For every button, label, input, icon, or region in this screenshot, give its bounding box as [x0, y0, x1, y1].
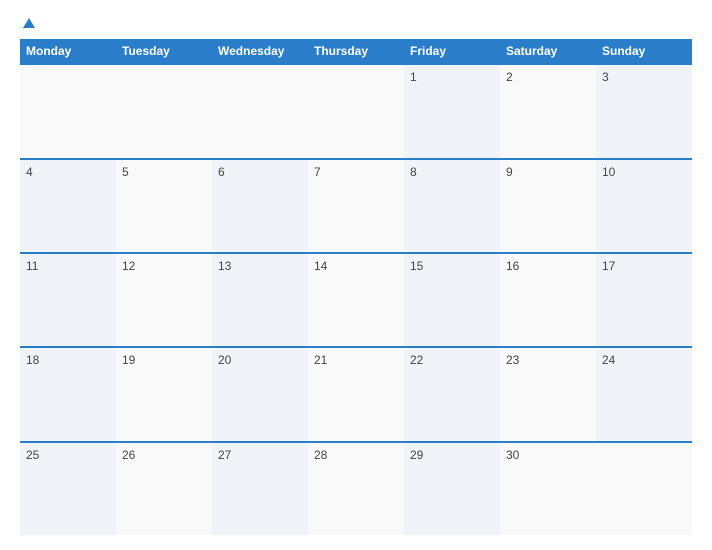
calendar-day-cell: 11 [20, 254, 116, 346]
calendar-day-cell: 20 [212, 348, 308, 440]
calendar-day-cell: 16 [500, 254, 596, 346]
day-number: 20 [218, 353, 302, 367]
day-number: 3 [602, 70, 686, 84]
day-number: 4 [26, 165, 110, 179]
calendar-day-cell: 23 [500, 348, 596, 440]
calendar-day-cell: 1 [404, 65, 500, 157]
day-number: 14 [314, 259, 398, 273]
calendar-day-cell [308, 65, 404, 157]
calendar-day-cell [596, 443, 692, 535]
day-number: 11 [26, 259, 110, 273]
calendar-day-cell [20, 65, 116, 157]
day-number: 6 [218, 165, 302, 179]
calendar-day-cell: 25 [20, 443, 116, 535]
day-number: 22 [410, 353, 494, 367]
calendar-week: 456789 10 [20, 158, 692, 252]
day-number: 21 [314, 353, 398, 367]
logo-general-text [20, 15, 35, 29]
calendar-day-cell: 26 [116, 443, 212, 535]
calendar-day-cell: 14 [308, 254, 404, 346]
calendar-day-cell: 2 [500, 65, 596, 157]
calendar-grid: MondayTuesdayWednesdayThursdayFridaySatu… [20, 39, 692, 535]
day-number: 30 [506, 448, 590, 462]
day-number: 25 [26, 448, 110, 462]
logo [20, 15, 35, 29]
day-number: 24 [602, 353, 686, 367]
day-number: 19 [122, 353, 206, 367]
day-number: 5 [122, 165, 206, 179]
day-of-week-header: Sunday [596, 39, 692, 63]
calendar-day-cell: 28 [308, 443, 404, 535]
calendar-day-cell: 12 [116, 254, 212, 346]
day-number: 12 [122, 259, 206, 273]
calendar-day-cell: 8 [404, 160, 500, 252]
calendar-day-cell: 5 [116, 160, 212, 252]
page-header [20, 15, 692, 29]
day-of-week-header: Monday [20, 39, 116, 63]
calendar-day-cell: 18 [20, 348, 116, 440]
day-of-week-header: Saturday [500, 39, 596, 63]
day-of-week-header: Thursday [308, 39, 404, 63]
day-number: 2 [506, 70, 590, 84]
day-number: 18 [26, 353, 110, 367]
day-number: 16 [506, 259, 590, 273]
day-number: 29 [410, 448, 494, 462]
calendar-week: 18 19 20 21 22 23 24 [20, 346, 692, 440]
calendar-day-cell: 24 [596, 348, 692, 440]
calendar-day-cell: 27 [212, 443, 308, 535]
day-number: 9 [506, 165, 590, 179]
calendar-week: 123 [20, 63, 692, 157]
calendar-day-cell: 22 [404, 348, 500, 440]
calendar-day-cell: 4 [20, 160, 116, 252]
calendar-day-cell: 17 [596, 254, 692, 346]
logo-triangle-icon [23, 18, 35, 28]
calendar-day-cell: 13 [212, 254, 308, 346]
day-of-week-header: Friday [404, 39, 500, 63]
day-of-week-header: Wednesday [212, 39, 308, 63]
day-number: 23 [506, 353, 590, 367]
calendar-week: 11 12 13 14 15 16 17 [20, 252, 692, 346]
day-number: 17 [602, 259, 686, 273]
day-number: 13 [218, 259, 302, 273]
calendar-header-row: MondayTuesdayWednesdayThursdayFridaySatu… [20, 39, 692, 63]
calendar-page: MondayTuesdayWednesdayThursdayFridaySatu… [0, 0, 712, 550]
calendar-day-cell: 15 [404, 254, 500, 346]
day-number: 27 [218, 448, 302, 462]
day-of-week-header: Tuesday [116, 39, 212, 63]
day-number: 26 [122, 448, 206, 462]
day-number: 8 [410, 165, 494, 179]
day-number: 7 [314, 165, 398, 179]
day-number: 28 [314, 448, 398, 462]
calendar-day-cell: 19 [116, 348, 212, 440]
day-number: 1 [410, 70, 494, 84]
calendar-day-cell: 29 [404, 443, 500, 535]
calendar-week: 25 26 27 28 29 30 [20, 441, 692, 535]
calendar-day-cell: 9 [500, 160, 596, 252]
calendar-day-cell: 3 [596, 65, 692, 157]
calendar-day-cell [116, 65, 212, 157]
calendar-day-cell: 21 [308, 348, 404, 440]
calendar-day-cell: 10 [596, 160, 692, 252]
day-number: 10 [602, 165, 686, 179]
calendar-body: 1234567891011121314151617181920212223242… [20, 63, 692, 535]
day-number: 15 [410, 259, 494, 273]
calendar-day-cell [212, 65, 308, 157]
calendar-day-cell: 30 [500, 443, 596, 535]
calendar-day-cell: 7 [308, 160, 404, 252]
calendar-day-cell: 6 [212, 160, 308, 252]
